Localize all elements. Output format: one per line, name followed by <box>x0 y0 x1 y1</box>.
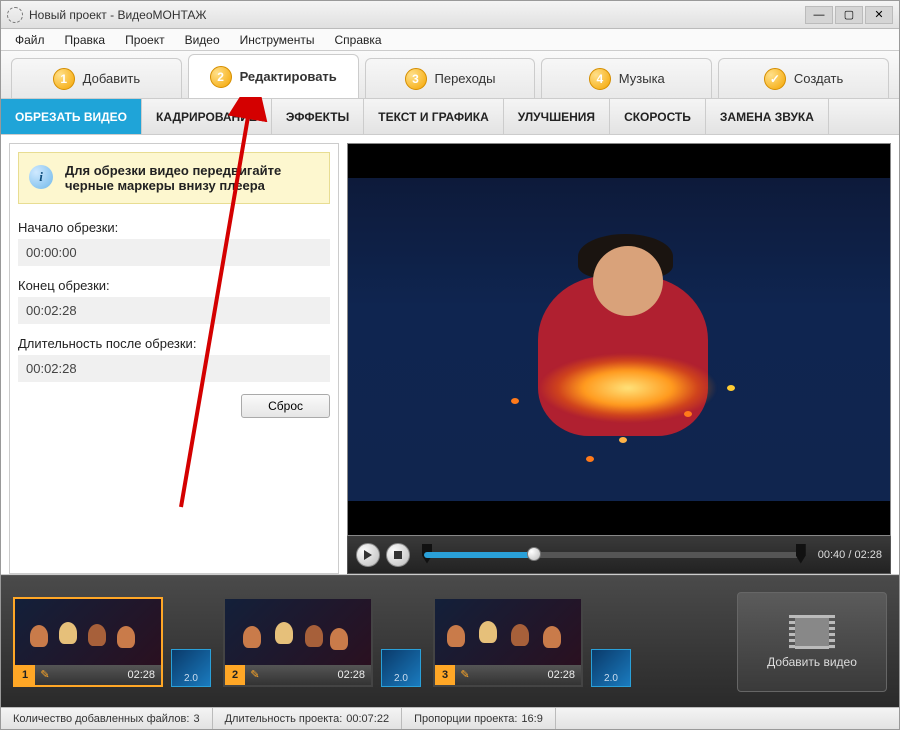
statusbar: Количество добавленных файлов: 3 Длитель… <box>1 707 899 729</box>
transition-duration: 2.0 <box>604 673 618 684</box>
step-3-icon: 3 <box>405 68 427 90</box>
trim-dur-value: 00:02:28 <box>18 355 330 382</box>
transition-3[interactable]: 2.0 <box>591 649 631 687</box>
transition-duration: 2.0 <box>184 673 198 684</box>
reset-button[interactable]: Сброс <box>241 394 330 418</box>
trim-dur-label: Длительность после обрезки: <box>18 336 330 351</box>
step-create[interactable]: ✓ Создать <box>718 58 889 98</box>
pencil-icon[interactable]: ✎ <box>245 668 265 681</box>
step-2-icon: 2 <box>210 66 232 88</box>
menu-help[interactable]: Справка <box>326 31 389 49</box>
seek-fill <box>424 552 530 558</box>
status-aspect: Пропорции проекта: 16:9 <box>402 708 556 729</box>
hint-text: Для обрезки видео передвигайте черные ма… <box>65 163 281 193</box>
status-duration: Длительность проекта: 00:07:22 <box>213 708 403 729</box>
clip-duration: 02:28 <box>265 669 371 681</box>
clip-duration: 02:28 <box>475 669 581 681</box>
transition-duration: 2.0 <box>394 673 408 684</box>
seek-track[interactable] <box>424 552 804 558</box>
clip-index: 3 <box>435 665 455 685</box>
hint-box: i Для обрезки видео передвигайте черные … <box>18 152 330 204</box>
status-files-label: Количество добавленных файлов: <box>13 713 189 725</box>
transition-2[interactable]: 2.0 <box>381 649 421 687</box>
trim-end-value[interactable]: 00:02:28 <box>18 297 330 324</box>
menubar: Файл Правка Проект Видео Инструменты Спр… <box>1 29 899 51</box>
video-preview[interactable] <box>347 143 891 536</box>
clip-duration: 02:28 <box>55 669 161 681</box>
film-icon <box>792 615 832 649</box>
step-transitions[interactable]: 3 Переходы <box>365 58 536 98</box>
maximize-button[interactable]: ▢ <box>835 6 863 24</box>
subtab-text[interactable]: ТЕКСТ И ГРАФИКА <box>364 99 503 134</box>
time-display: 00:40 / 02:28 <box>818 549 882 561</box>
add-video-label: Добавить видео <box>767 655 857 669</box>
step-label: Добавить <box>83 71 140 86</box>
menu-tools[interactable]: Инструменты <box>232 31 323 49</box>
status-duration-value: 00:07:22 <box>346 713 389 725</box>
step-label: Редактировать <box>240 69 337 84</box>
play-button[interactable] <box>356 543 380 567</box>
preview-panel: 00:40 / 02:28 <box>347 143 891 574</box>
menu-file[interactable]: Файл <box>7 31 53 49</box>
trim-start-label: Начало обрезки: <box>18 220 330 235</box>
player-bar: 00:40 / 02:28 <box>347 536 891 574</box>
play-icon <box>363 550 373 560</box>
close-button[interactable]: ✕ <box>865 6 893 24</box>
minimize-button[interactable]: — <box>805 6 833 24</box>
pencil-icon[interactable]: ✎ <box>35 668 55 681</box>
subtab-crop[interactable]: КАДРИРОВАНИЕ <box>142 99 272 134</box>
trim-start-value[interactable]: 00:00:00 <box>18 239 330 266</box>
menu-project[interactable]: Проект <box>117 31 173 49</box>
step-label: Музыка <box>619 71 665 86</box>
subtab-trim[interactable]: ОБРЕЗАТЬ ВИДЕО <box>1 99 142 134</box>
subtab-audio[interactable]: ЗАМЕНА ЗВУКА <box>706 99 829 134</box>
clip-1[interactable]: 1 ✎ 02:28 <box>13 597 163 687</box>
trim-end-marker[interactable] <box>796 544 806 564</box>
step-1-icon: 1 <box>53 68 75 90</box>
subtab-enhance[interactable]: УЛУЧШЕНИЯ <box>504 99 610 134</box>
step-music[interactable]: 4 Музыка <box>541 58 712 98</box>
app-icon <box>7 7 23 23</box>
pencil-icon[interactable]: ✎ <box>455 668 475 681</box>
status-duration-label: Длительность проекта: <box>225 713 343 725</box>
timeline: 1 ✎ 02:28 2.0 2 ✎ 02:28 2.0 <box>1 575 899 707</box>
step-4-icon: 4 <box>589 68 611 90</box>
subtab-speed[interactable]: СКОРОСТЬ <box>610 99 706 134</box>
stop-icon <box>393 550 403 560</box>
menu-edit[interactable]: Правка <box>57 31 114 49</box>
trim-end-label: Конец обрезки: <box>18 278 330 293</box>
clip-2[interactable]: 2 ✎ 02:28 <box>223 597 373 687</box>
status-aspect-label: Пропорции проекта: <box>414 713 517 725</box>
step-add[interactable]: 1 Добавить <box>11 58 182 98</box>
window-title: Новый проект - ВидеоМОНТАЖ <box>29 8 805 22</box>
subtab-effects[interactable]: ЭФФЕКТЫ <box>272 99 364 134</box>
clip-index: 1 <box>15 665 35 685</box>
menu-video[interactable]: Видео <box>177 31 228 49</box>
clip-3[interactable]: 3 ✎ 02:28 <box>433 597 583 687</box>
status-aspect-value: 16:9 <box>521 713 542 725</box>
step-label: Создать <box>794 71 843 86</box>
clip-index: 2 <box>225 665 245 685</box>
transition-1[interactable]: 2.0 <box>171 649 211 687</box>
info-icon: i <box>29 165 53 189</box>
steps-bar: 1 Добавить 2 Редактировать 3 Переходы 4 … <box>1 51 899 99</box>
add-video-button[interactable]: Добавить видео <box>737 592 887 692</box>
step-edit[interactable]: 2 Редактировать <box>188 54 359 98</box>
status-files: Количество добавленных файлов: 3 <box>1 708 213 729</box>
trim-panel: i Для обрезки видео передвигайте черные … <box>9 143 339 574</box>
seek-thumb[interactable] <box>527 547 541 561</box>
status-files-value: 3 <box>193 713 199 725</box>
subtabs: ОБРЕЗАТЬ ВИДЕО КАДРИРОВАНИЕ ЭФФЕКТЫ ТЕКС… <box>1 99 899 135</box>
check-icon: ✓ <box>764 68 786 90</box>
stop-button[interactable] <box>386 543 410 567</box>
step-label: Переходы <box>435 71 496 86</box>
titlebar: Новый проект - ВидеоМОНТАЖ — ▢ ✕ <box>1 1 899 29</box>
